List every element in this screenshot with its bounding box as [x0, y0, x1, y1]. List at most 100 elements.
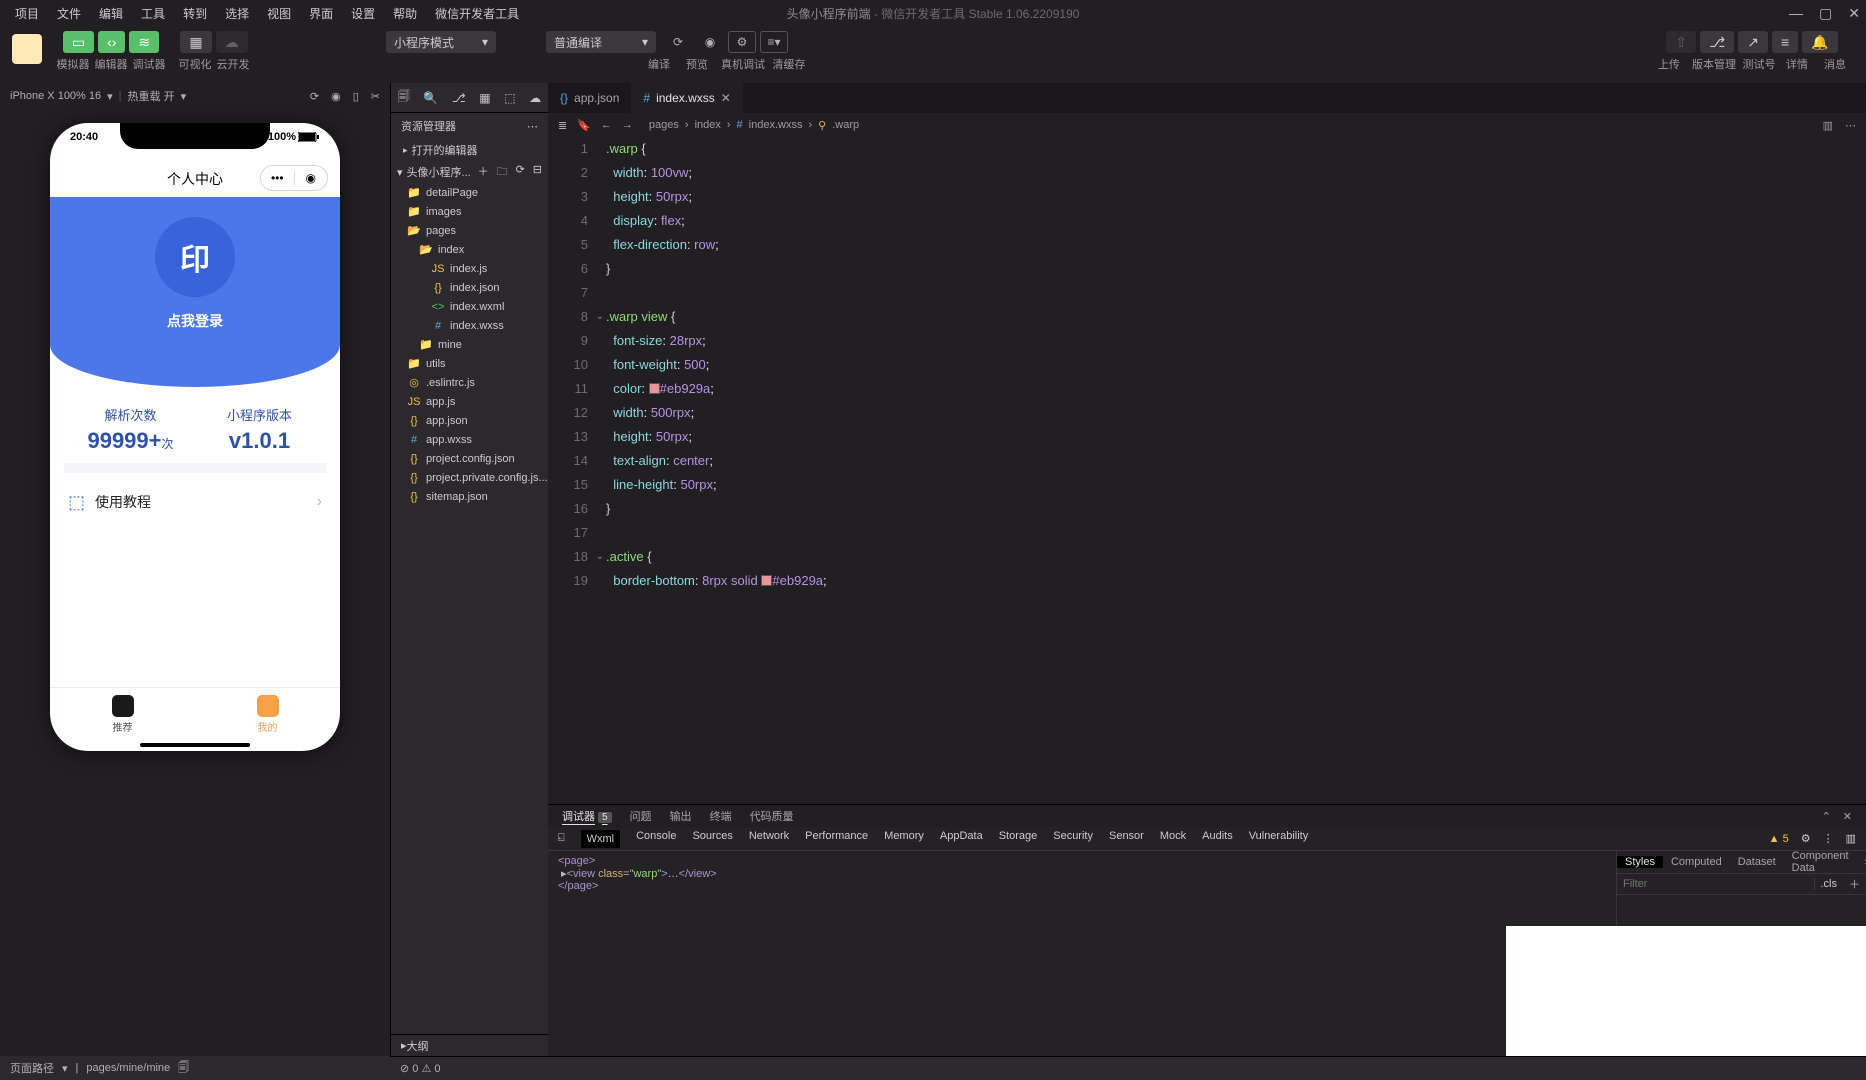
panel-icon[interactable]: ▥ [1846, 832, 1856, 845]
tree-node[interactable]: 📂pages [391, 221, 548, 240]
version-button[interactable]: ⎇ [1700, 31, 1734, 53]
upload-button[interactable]: ⇧ [1666, 31, 1696, 53]
gear-icon[interactable]: ⚙ [1801, 832, 1811, 845]
record-icon[interactable]: ◉ [331, 90, 341, 103]
bookmark-icon[interactable]: 🔖 [577, 119, 591, 132]
styles-filter-input[interactable] [1617, 878, 1814, 890]
menu-选择[interactable]: 选择 [216, 5, 258, 22]
devtool-tab-vulnerability[interactable]: Vulnerability [1249, 830, 1309, 848]
box-icon[interactable]: ⬚ [504, 91, 515, 105]
devtool-tab-network[interactable]: Network [749, 830, 789, 848]
devtool-tab-sources[interactable]: Sources [692, 830, 732, 848]
messages-button[interactable]: 🔔 [1802, 31, 1837, 53]
extensions-icon[interactable]: ▦ [479, 91, 490, 105]
menu-界面[interactable]: 界面 [300, 5, 342, 22]
outline-section[interactable]: ▸ 大纲 [391, 1034, 548, 1056]
tree-node[interactable]: 📁detailPage [391, 183, 548, 202]
forward-icon[interactable]: → [622, 119, 633, 132]
list-item-tutorial[interactable]: ⬚使用教程› [50, 479, 340, 525]
compile-dropdown[interactable]: 普通编译▾ [546, 31, 656, 53]
tree-node[interactable]: #app.wxss [391, 430, 548, 449]
new-folder-icon[interactable]: 🗀 [497, 163, 508, 182]
collapse-icon[interactable]: ⊟ [533, 163, 542, 182]
kebab-icon[interactable]: ⋮ [1823, 832, 1834, 845]
more-icon[interactable]: ⋯ [527, 120, 538, 133]
hot-reload-toggle[interactable]: 热重载 开 [128, 88, 175, 104]
back-icon[interactable]: ← [601, 119, 612, 132]
devtool-tab-appdata[interactable]: AppData [940, 830, 983, 848]
cls-toggle[interactable]: .cls [1814, 878, 1844, 890]
avatar[interactable] [12, 34, 42, 64]
tree-node[interactable]: {}app.json [391, 411, 548, 430]
devtool-tab-memory[interactable]: Memory [884, 830, 924, 848]
chevron-up-icon[interactable]: ⌃ [1822, 810, 1831, 823]
tree-node[interactable]: {}project.config.json [391, 449, 548, 468]
search-icon[interactable]: 🔍 [423, 91, 438, 105]
list-icon[interactable]: ≣ [558, 119, 567, 132]
device-icon[interactable]: ▯ [353, 90, 359, 103]
debugger-tab[interactable]: 问题 [630, 808, 652, 824]
files-icon[interactable]: 🗐 [398, 87, 410, 108]
close-icon[interactable]: ✕ [1848, 5, 1860, 22]
clear-cache-button[interactable]: ≡▾ [760, 31, 788, 53]
styles-tab[interactable]: Dataset [1730, 856, 1784, 868]
add-style-icon[interactable]: ＋ [1843, 876, 1866, 892]
devtool-tab-console[interactable]: Console [636, 830, 676, 848]
tree-node[interactable]: {}project.private.config.js... [391, 468, 548, 487]
menu-设置[interactable]: 设置 [342, 5, 384, 22]
maximize-icon[interactable]: ▢ [1819, 5, 1832, 22]
tree-node[interactable]: {}sitemap.json [391, 487, 548, 506]
tree-node[interactable]: 📁images [391, 202, 548, 221]
new-file-icon[interactable]: ＋ [478, 163, 489, 182]
devtool-tab-performance[interactable]: Performance [805, 830, 868, 848]
devtool-tab-security[interactable]: Security [1053, 830, 1093, 848]
editor-tab[interactable]: #index.wxss✕ [631, 83, 742, 113]
inspect-icon[interactable]: ⍇ [558, 832, 565, 845]
cloud-icon[interactable]: ☁ [529, 91, 541, 105]
wxml-tree[interactable]: <page> ▸<view class="warp">…</view></pag… [548, 851, 1616, 1056]
project-header[interactable]: ▾头像小程序... ＋🗀⟳⊟ [391, 161, 548, 183]
debugger-tab[interactable]: 终端 [710, 808, 732, 824]
minimize-icon[interactable]: — [1789, 5, 1803, 22]
remote-debug-button[interactable]: ⚙ [728, 31, 756, 53]
tree-node[interactable]: 📁utils [391, 354, 548, 373]
capsule[interactable]: •••◉ [260, 165, 328, 191]
problems-count[interactable]: ⊘ 0 ⚠ 0 [400, 1062, 440, 1075]
menu-工具[interactable]: 工具 [132, 5, 174, 22]
devtool-tab-storage[interactable]: Storage [999, 830, 1038, 848]
debugger-tab[interactable]: 调试器5 [562, 808, 612, 824]
tree-node[interactable]: 📂index [391, 240, 548, 259]
close-tab-icon[interactable]: ✕ [721, 91, 731, 105]
editor-tab[interactable]: {}app.json [548, 83, 631, 113]
tree-node[interactable]: JSindex.js [391, 259, 548, 278]
close-icon[interactable]: ✕ [1843, 810, 1852, 823]
tree-node[interactable]: ◎.eslintrc.js [391, 373, 548, 392]
mode-dropdown[interactable]: 小程序模式▾ [386, 31, 496, 53]
cloud-dev-button[interactable]: ☁ [216, 31, 248, 53]
tree-node[interactable]: JSapp.js [391, 392, 548, 411]
breadcrumbs[interactable]: ≣🔖←→ pages›index›#index.wxss›⚲.warp ▥⋯ [548, 113, 1866, 137]
simulator-toggle[interactable]: ▭ [63, 31, 94, 53]
split-icon[interactable]: ▥ [1823, 119, 1833, 132]
styles-tab[interactable]: Computed [1663, 856, 1730, 868]
phone-preview[interactable]: 20:40 100% 个人中心 •••◉ 印 点我登录 解析次数99999+次 … [50, 123, 340, 751]
more-icon[interactable]: » [1857, 856, 1866, 868]
login-button[interactable]: 点我登录 [167, 311, 223, 331]
details-button[interactable]: ≡ [1772, 31, 1798, 53]
debugger-toggle[interactable]: ≋ [129, 31, 159, 53]
chevron-down-icon[interactable]: ▾ [62, 1062, 68, 1075]
refresh-icon[interactable]: ⟳ [310, 90, 319, 103]
tree-node[interactable]: <>index.wxml [391, 297, 548, 316]
tab-recommend[interactable]: 推荐 [50, 688, 195, 741]
open-editors-section[interactable]: 打开的编辑器 [391, 139, 548, 161]
target-icon[interactable]: ◉ [295, 171, 328, 185]
code-area[interactable]: .warp { width: 100vw; height: 50rpx; dis… [606, 137, 1866, 804]
tab-mine[interactable]: 我的 [195, 688, 340, 741]
menu-视图[interactable]: 视图 [258, 5, 300, 22]
devtool-tab-wxml[interactable]: Wxml [581, 830, 621, 848]
menu-项目[interactable]: 项目 [6, 5, 48, 22]
devtool-tab-sensor[interactable]: Sensor [1109, 830, 1144, 848]
menu-编辑[interactable]: 编辑 [90, 5, 132, 22]
copy-icon[interactable]: 🗐 [178, 1059, 189, 1078]
styles-tab[interactable]: Styles [1617, 856, 1663, 868]
